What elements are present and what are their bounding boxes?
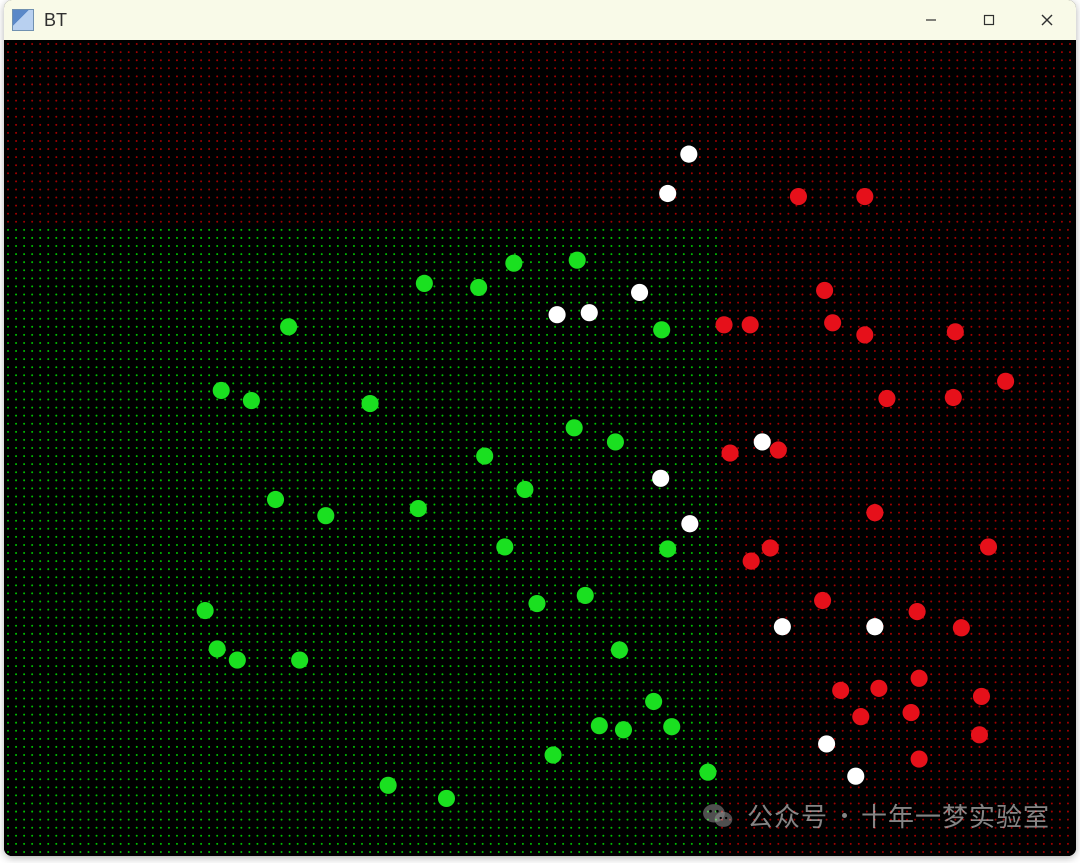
green-agent [438, 790, 455, 807]
green-agent [607, 433, 624, 450]
green-agent [317, 507, 334, 524]
green-agent [280, 318, 297, 335]
green-agent [197, 602, 214, 619]
minimize-icon [925, 14, 937, 26]
red-agent [742, 316, 759, 333]
maximize-button[interactable] [960, 0, 1018, 40]
white-agent [549, 306, 566, 323]
green-agent [545, 746, 562, 763]
green-agent [653, 321, 670, 338]
app-icon [12, 9, 34, 31]
green-agent [611, 641, 628, 658]
minimize-button[interactable] [902, 0, 960, 40]
red-agent [715, 316, 732, 333]
window-controls [902, 0, 1076, 40]
green-agent [416, 275, 433, 292]
red-agent [814, 592, 831, 609]
green-agent [699, 764, 716, 781]
green-agent [615, 721, 632, 738]
green-agent [659, 540, 676, 557]
green-agent [213, 382, 230, 399]
red-agent [790, 188, 807, 205]
green-agent [645, 693, 662, 710]
green-agent [496, 538, 513, 555]
green-agent [516, 481, 533, 498]
red-agent [878, 390, 895, 407]
app-window: BT 公众号 十年一梦实验室 [4, 0, 1076, 856]
green-agent [470, 279, 487, 296]
red-agent [743, 553, 760, 570]
green-agent [243, 392, 260, 409]
white-agent [680, 146, 697, 163]
red-agent [911, 670, 928, 687]
white-agent [847, 768, 864, 785]
red-agent [816, 282, 833, 299]
white-agent [774, 618, 791, 635]
green-agent [663, 718, 680, 735]
red-agent [980, 538, 997, 555]
red-agent [824, 314, 841, 331]
red-agent [903, 704, 920, 721]
green-agent [380, 777, 397, 794]
green-agent [410, 500, 427, 517]
red-agent [762, 539, 779, 556]
red-agent [832, 682, 849, 699]
white-agent [681, 515, 698, 532]
simulation-svg [4, 40, 1076, 856]
white-agent [818, 735, 835, 752]
red-agent [856, 326, 873, 343]
red-agent [770, 441, 787, 458]
red-agent [870, 680, 887, 697]
green-agent [291, 651, 308, 668]
red-agent [945, 389, 962, 406]
white-agent [659, 185, 676, 202]
green-agent [209, 640, 226, 657]
green-agent [577, 587, 594, 604]
green-agent [505, 255, 522, 272]
green-agent [569, 252, 586, 269]
white-agent [866, 618, 883, 635]
white-agent [631, 284, 648, 301]
green-agent [476, 447, 493, 464]
white-agent [581, 304, 598, 321]
green-agent [267, 491, 284, 508]
window-title: BT [44, 10, 902, 31]
red-agent [947, 323, 964, 340]
white-agent [652, 470, 669, 487]
red-agent [973, 688, 990, 705]
titlebar[interactable]: BT [4, 0, 1076, 40]
close-button[interactable] [1018, 0, 1076, 40]
green-agent [528, 595, 545, 612]
red-agent [866, 504, 883, 521]
red-agent [852, 708, 869, 725]
red-agent [856, 188, 873, 205]
green-agent [362, 395, 379, 412]
green-agent [591, 717, 608, 734]
red-agent [953, 619, 970, 636]
green-agent [229, 651, 246, 668]
green-agent [566, 419, 583, 436]
close-icon [1041, 14, 1053, 26]
red-agent [722, 444, 739, 461]
maximize-icon [983, 14, 995, 26]
simulation-canvas[interactable]: 公众号 十年一梦实验室 [4, 40, 1076, 856]
red-agent [971, 726, 988, 743]
red-agent [911, 750, 928, 767]
white-agent [754, 433, 771, 450]
red-agent [997, 373, 1014, 390]
red-agent [909, 603, 926, 620]
